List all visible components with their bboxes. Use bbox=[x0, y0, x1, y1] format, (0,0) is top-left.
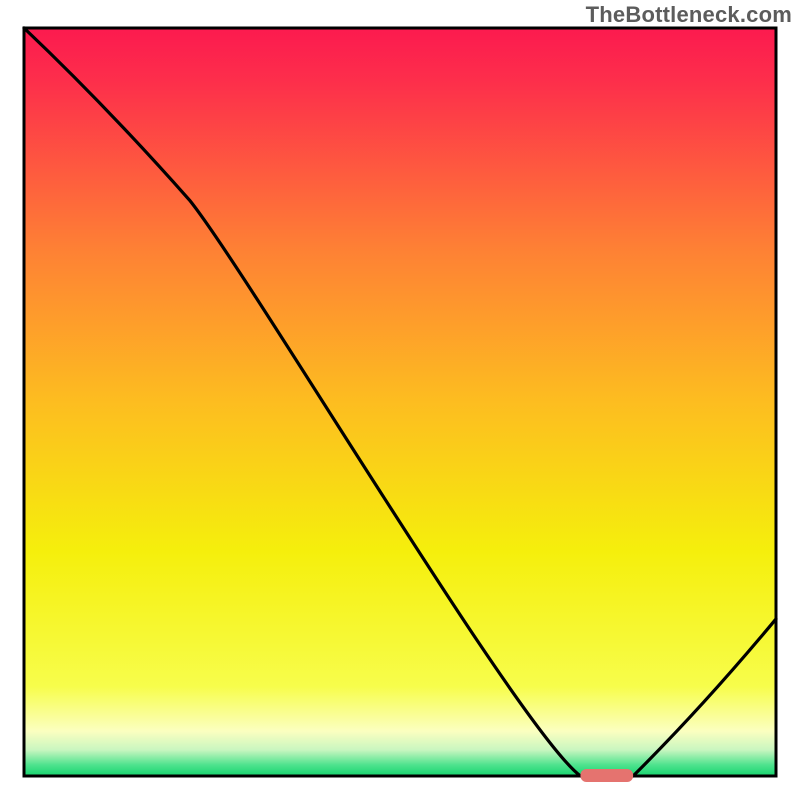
optimal-marker bbox=[580, 769, 633, 782]
chart-frame: TheBottleneck.com bbox=[0, 0, 800, 800]
bottleneck-chart bbox=[0, 0, 800, 800]
watermark-text: TheBottleneck.com bbox=[586, 2, 792, 28]
